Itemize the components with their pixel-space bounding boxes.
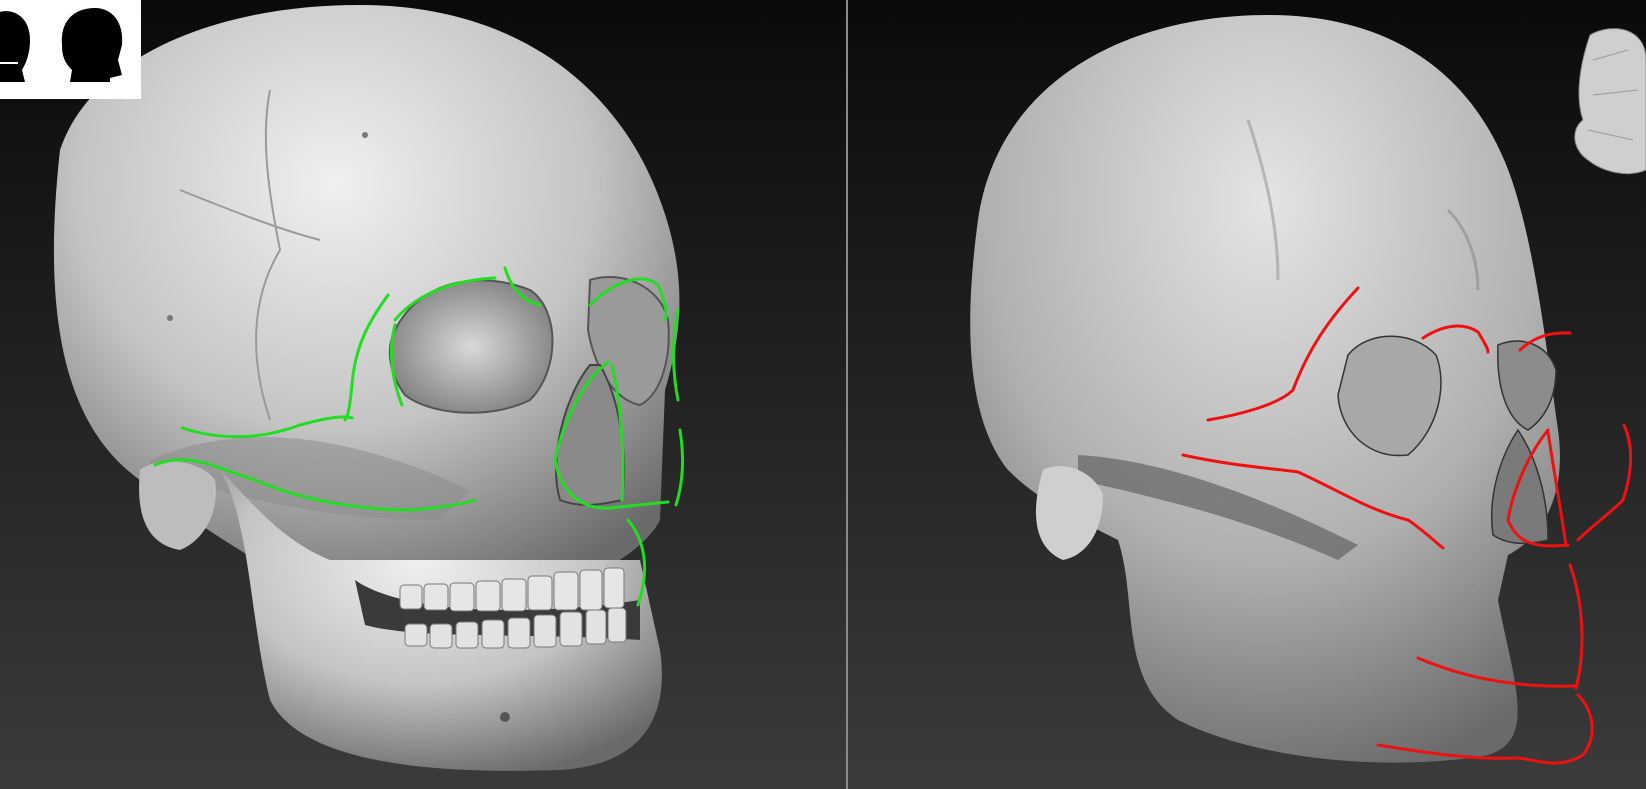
head-silhouette-icon[interactable] bbox=[61, 8, 123, 82]
right-viewport[interactable] bbox=[848, 0, 1646, 789]
right-viewport-canvas[interactable] bbox=[848, 0, 1646, 789]
left-viewport[interactable] bbox=[0, 0, 846, 789]
sculpt-workspace bbox=[0, 0, 1646, 789]
left-viewport-canvas[interactable] bbox=[0, 0, 846, 789]
navigation-head-widget[interactable] bbox=[1574, 28, 1646, 175]
head-silhouette-icon[interactable] bbox=[0, 11, 30, 82]
reference-thumbnail-panel[interactable] bbox=[0, 0, 141, 99]
